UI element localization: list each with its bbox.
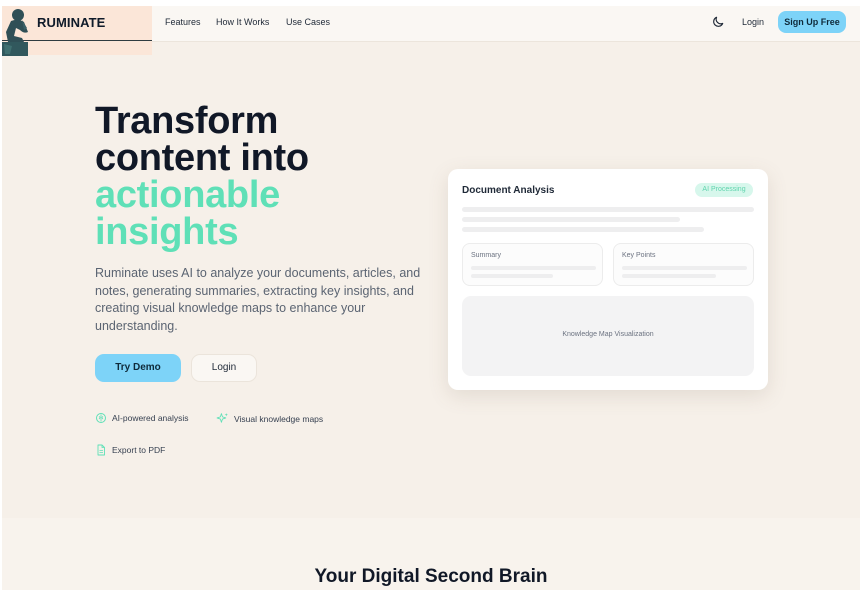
knowledge-map-placeholder: Knowledge Map Visualization [462,296,754,376]
landing-page: RUMINATE Features How It Works Use Cases… [2,6,860,590]
hero-title-line-1: Transform [95,100,279,142]
skeleton-line [462,207,754,212]
skeleton-line [471,274,553,278]
skeleton-line [462,227,704,232]
key-points-label: Key Points [622,252,656,259]
section-title: Your Digital Second Brain [314,566,548,587]
hero-title-line-2: content into [95,137,309,179]
hero-login-button[interactable]: Login [191,354,257,382]
summary-panel: Summary [462,243,603,286]
skeleton-line [462,217,680,222]
skeleton-line [622,274,716,278]
feature-ai-analysis: AI-powered analysis [95,412,189,424]
sparkles-icon [216,413,228,423]
skeleton-line [622,266,747,270]
nav-link-features[interactable]: Features [165,17,201,27]
moon-icon[interactable] [711,15,725,29]
feature-label: AI-powered analysis [112,413,189,423]
hero-description: Ruminate uses AI to analyze your documen… [95,266,421,333]
feature-label: Visual knowledge maps [234,413,324,424]
nav-link-how-it-works[interactable]: How It Works [216,17,269,27]
nav-login-link[interactable]: Login [742,17,764,27]
skeleton-line [471,266,596,270]
key-points-panel: Key Points [613,243,754,286]
brain-icon [96,413,106,423]
card-title: Document Analysis [462,185,555,196]
brand-name: RUMINATE [37,15,106,30]
try-demo-button[interactable]: Try Demo [95,354,181,382]
thinker-statue-icon [2,9,28,56]
feature-export-pdf: Export to PDF [95,444,165,456]
nav-link-use-cases[interactable]: Use Cases [286,17,330,27]
knowledge-map-label: Knowledge Map Visualization [562,331,654,338]
brand-logo-area[interactable]: RUMINATE [2,6,152,56]
hero-title-accent-1: actionable [95,174,280,216]
feature-knowledge-maps: Visual knowledge maps [216,412,323,425]
sign-up-button[interactable]: Sign Up Free [778,11,846,33]
ai-processing-badge: AI Processing [695,183,753,197]
hero-title: Transform content into actionable insigh… [95,100,309,253]
hero-title-accent-2: insights [95,211,239,253]
summary-label: Summary [471,252,501,259]
document-icon [97,444,105,456]
top-navbar: RUMINATE Features How It Works Use Cases… [2,6,860,56]
feature-label: Export to PDF [112,445,166,455]
document-analysis-card: Document Analysis AI Processing Summary … [448,169,768,390]
